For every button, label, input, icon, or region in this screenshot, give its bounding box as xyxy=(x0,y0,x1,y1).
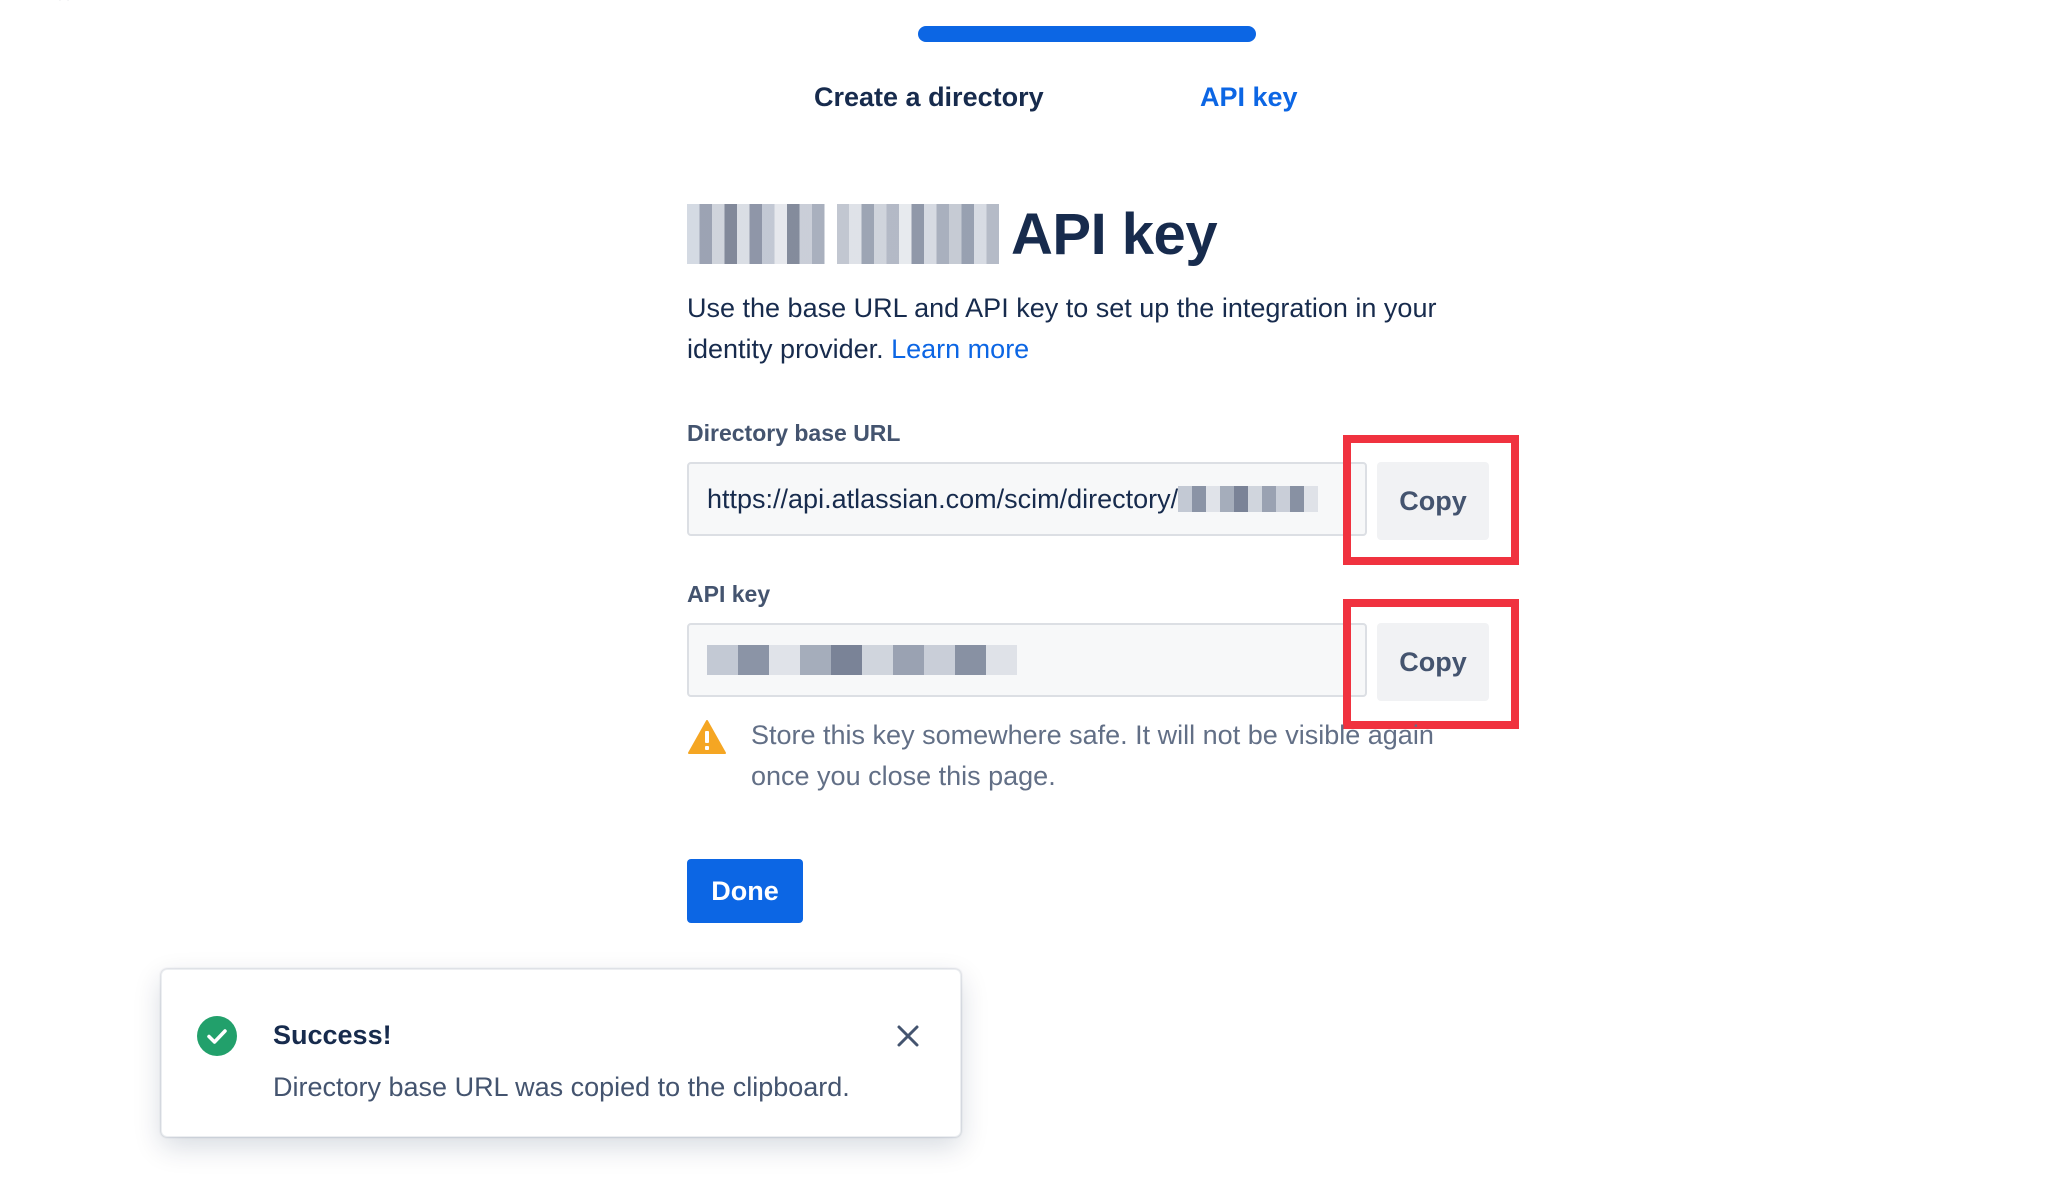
directory-url-field[interactable]: https://api.atlassian.com/scim/directory… xyxy=(687,462,1367,536)
api-key-label: API key xyxy=(687,581,771,607)
progress-bar xyxy=(918,26,1256,42)
toast-title: Success! xyxy=(273,1020,392,1050)
wizard-steps: Create a directory API key xyxy=(0,82,2046,122)
page-description: Use the base URL and API key to set up t… xyxy=(687,288,1467,370)
page-title: API key xyxy=(1011,201,1218,267)
step-api-key[interactable]: API key xyxy=(1200,82,1298,113)
redacted-directory-name xyxy=(687,204,999,264)
redacted-api-key xyxy=(707,645,1017,675)
directory-url-label: Directory base URL xyxy=(687,420,901,446)
progress-fill xyxy=(918,26,1256,42)
check-circle-icon xyxy=(197,1016,237,1056)
warning-text: Store this key somewhere safe. It will n… xyxy=(751,720,1434,791)
toast-message: Directory base URL was copied to the cli… xyxy=(273,1072,850,1102)
api-key-panel: API key Use the base URL and API key to … xyxy=(687,194,1519,923)
page: Create a directory API key API key Use t… xyxy=(0,0,2046,1178)
page-heading: API key xyxy=(687,194,1487,274)
close-wizard-icon[interactable] xyxy=(44,0,84,8)
copy-url-highlight xyxy=(1343,435,1519,565)
close-icon[interactable] xyxy=(894,1022,922,1050)
description-text: Use the base URL and API key to set up t… xyxy=(687,293,1437,364)
success-toast: Success! Directory base URL was copied t… xyxy=(161,969,961,1137)
warning-icon xyxy=(688,720,726,754)
directory-url-value: https://api.atlassian.com/scim/directory… xyxy=(707,483,1179,514)
copy-key-highlight xyxy=(1343,599,1519,729)
redacted-directory-id xyxy=(1178,486,1319,512)
learn-more-link[interactable]: Learn more xyxy=(891,334,1029,364)
warning-message: Store this key somewhere safe. It will n… xyxy=(687,715,1477,797)
api-key-field[interactable] xyxy=(687,623,1367,697)
done-button[interactable]: Done xyxy=(687,859,803,923)
step-create-directory[interactable]: Create a directory xyxy=(814,82,1044,113)
